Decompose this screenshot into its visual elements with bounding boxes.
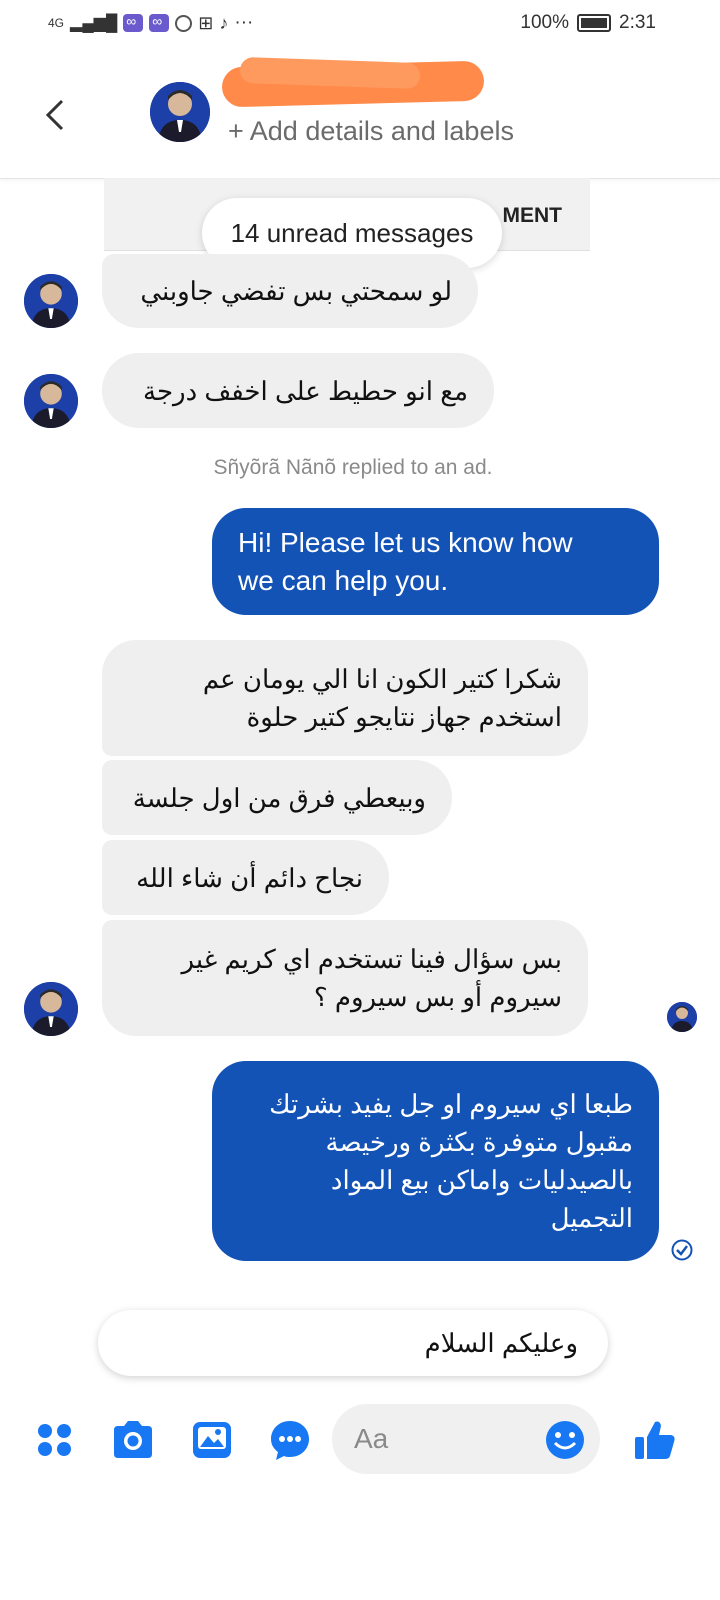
quick-reply-chip[interactable]: وعليكم السلام bbox=[98, 1310, 608, 1376]
like-icon bbox=[635, 1421, 675, 1459]
message-bubble-incoming[interactable]: وبيعطي فرق من اول جلسة bbox=[102, 760, 452, 835]
more-notifications-icon: ··· bbox=[234, 12, 254, 33]
camera-icon bbox=[114, 1421, 152, 1458]
ad-card-text: MENT bbox=[502, 204, 563, 227]
message-bubble-incoming[interactable]: بس سؤال فينا تستخدم اي كريم غير سيروم أو… bbox=[102, 920, 588, 1036]
message-text: وبيعطي فرق من اول جلسة bbox=[132, 782, 426, 813]
app-notification-icon bbox=[149, 13, 170, 32]
sender-avatar[interactable] bbox=[24, 374, 78, 428]
battery-icon bbox=[577, 14, 612, 32]
message-text: شكرا كتير الكون انا الي يومان عم استخدم … bbox=[202, 664, 562, 732]
like-button[interactable] bbox=[632, 1418, 676, 1462]
grid-icon bbox=[38, 1424, 71, 1456]
message-text: لو سمحتي بس تفضي جاوبني bbox=[140, 276, 452, 306]
seen-avatar bbox=[667, 1002, 697, 1032]
person-avatar-icon bbox=[24, 374, 78, 428]
chevron-left-icon bbox=[45, 99, 64, 131]
chat-extension-button[interactable] bbox=[268, 1418, 312, 1462]
emoji-icon bbox=[546, 1421, 584, 1459]
message-text: مع انو حطيط على اخفف درجة bbox=[143, 375, 468, 406]
person-avatar-icon bbox=[24, 982, 78, 1036]
camera-button[interactable] bbox=[110, 1418, 154, 1462]
person-avatar-icon bbox=[150, 82, 210, 142]
more-actions-button[interactable] bbox=[34, 1418, 78, 1462]
message-bubble-outgoing[interactable]: Hi! Please let us know how we can help y… bbox=[212, 508, 659, 615]
message-bubble-incoming[interactable]: لو سمحتي بس تفضي جاوبني bbox=[102, 254, 478, 328]
sender-avatar[interactable] bbox=[24, 982, 78, 1036]
delivered-check-icon bbox=[671, 1239, 693, 1261]
ad-reply-note: Sñyõrã Nãnõ replied to an ad. bbox=[213, 456, 493, 479]
gallery-icon bbox=[193, 1422, 231, 1458]
message-bubble-incoming[interactable]: شكرا كتير الكون انا الي يومان عم استخدم … bbox=[102, 640, 588, 756]
tiktok-icon: ♪ bbox=[219, 12, 229, 33]
back-button[interactable] bbox=[44, 95, 66, 142]
gallery-button[interactable] bbox=[190, 1418, 234, 1462]
status-icons-left: 4G ▂▄▆█ ⊞ ♪ ··· bbox=[48, 12, 253, 34]
composer-bar: Aa bbox=[0, 1400, 720, 1480]
app-notification-icon bbox=[123, 13, 144, 32]
chat-header: + Add details and labels bbox=[0, 50, 720, 179]
network-type: 4G bbox=[48, 16, 65, 30]
clock: 2:31 bbox=[619, 12, 656, 33]
battery-percent: 100% bbox=[520, 12, 570, 33]
person-avatar-icon bbox=[24, 274, 78, 328]
contact-avatar[interactable] bbox=[150, 82, 210, 142]
message-text: بس سؤال فينا تستخدم اي كريم غير سيروم أو… bbox=[181, 944, 562, 1012]
status-bar: 4G ▂▄▆█ ⊞ ♪ ··· 100% 2:31 bbox=[0, 0, 720, 50]
message-text: Hi! Please let us know how we can help y… bbox=[238, 526, 573, 596]
message-bubble-outgoing[interactable]: طبعا اي سيروم او جل يفيد بشرتك مقبول متو… bbox=[212, 1061, 659, 1261]
sender-avatar[interactable] bbox=[24, 274, 78, 328]
emoji-button[interactable] bbox=[543, 1418, 587, 1462]
status-icons-right: 100% 2:31 bbox=[520, 12, 656, 34]
message-bubble-incoming[interactable]: مع انو حطيط على اخفف درجة bbox=[102, 353, 494, 428]
chat-icon bbox=[271, 1421, 309, 1460]
signal-icon: ▂▄▆█ bbox=[70, 15, 118, 32]
message-text: نجاح دائم أن شاء الله bbox=[136, 862, 363, 893]
sync-icon bbox=[175, 14, 193, 32]
person-avatar-icon bbox=[667, 1002, 697, 1032]
add-details-link[interactable]: + Add details and labels bbox=[228, 116, 514, 147]
message-text: طبعا اي سيروم او جل يفيد بشرتك مقبول متو… bbox=[269, 1089, 633, 1233]
apps-icon: ⊞ bbox=[198, 12, 214, 33]
message-bubble-incoming[interactable]: نجاح دائم أن شاء الله bbox=[102, 840, 389, 915]
